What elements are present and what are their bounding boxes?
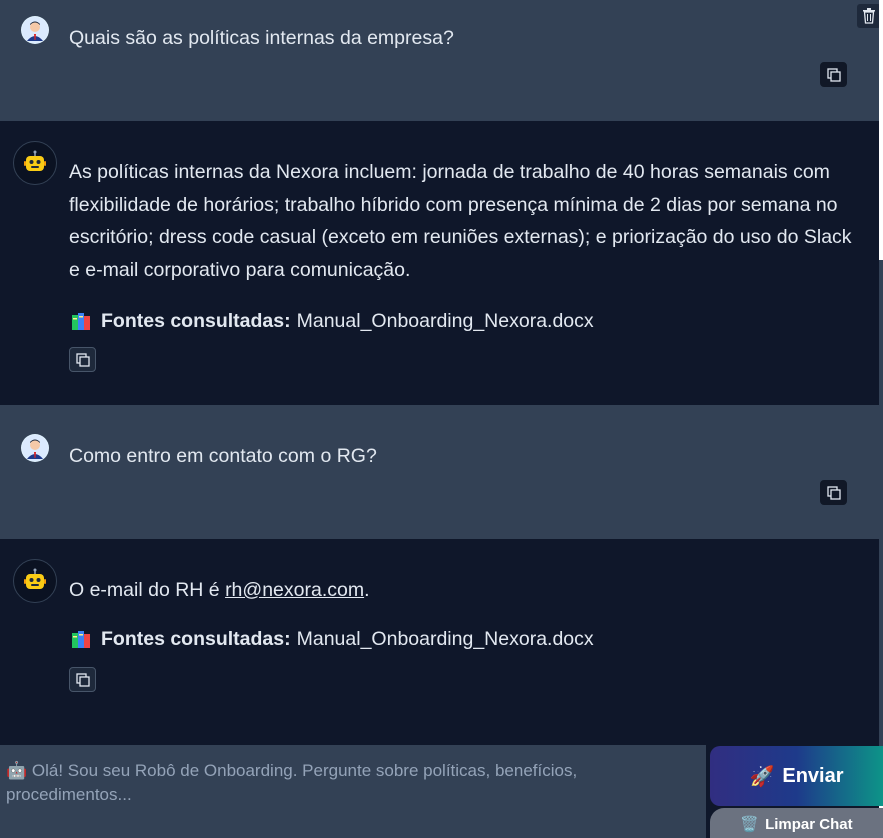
books-icon: [72, 312, 90, 330]
message-text: Como entro em contato com o RG?: [69, 445, 377, 467]
sources-label: Fontes consultadas:: [101, 628, 291, 650]
trash-icon: [863, 8, 875, 24]
robot-icon: [13, 559, 57, 603]
copy-icon: [75, 352, 90, 367]
user-message: Quais são as políticas internas da empre…: [0, 0, 879, 121]
copy-icon: [826, 67, 841, 82]
message-text-after: .: [364, 579, 370, 601]
copy-button[interactable]: [69, 347, 96, 372]
chat-input-container: [0, 745, 706, 838]
sources-file: Manual_Onboarding_Nexora.docx: [296, 310, 594, 332]
send-button-label: Enviar: [782, 764, 844, 787]
message-text: As políticas internas da Nexora incluem:…: [69, 161, 852, 282]
user-avatar-icon: [21, 16, 49, 44]
clear-chat-label: Limpar Chat: [765, 815, 853, 833]
chat-page: Quais são as políticas internas da empre…: [0, 0, 883, 838]
books-icon: [72, 630, 90, 648]
user-avatar-icon: [21, 434, 49, 462]
user-message: Como entro em contato com o RG?: [0, 405, 879, 539]
delete-chat-button[interactable]: [857, 4, 881, 28]
bot-message: O e-mail do RH é rh@nexora.com. Fontes c…: [0, 539, 879, 725]
copy-button[interactable]: [820, 480, 847, 505]
trash-icon: 🗑️: [740, 816, 760, 833]
message-text: Quais são as políticas internas da empre…: [69, 27, 454, 49]
message-text-before: O e-mail do RH é: [69, 579, 226, 601]
rocket-icon: 🚀: [749, 765, 775, 788]
robot-icon: [13, 141, 57, 185]
message-text: O e-mail do RH é rh@nexora.com.: [69, 574, 859, 607]
email-link[interactable]: rh@nexora.com: [225, 579, 364, 601]
clear-chat-button[interactable]: 🗑️ Limpar Chat: [710, 808, 883, 838]
scrollbar-thumb[interactable]: [879, 260, 883, 746]
bot-message: As políticas internas da Nexora incluem:…: [0, 121, 879, 405]
sources-line: Fontes consultadas: Manual_Onboarding_Ne…: [71, 628, 594, 651]
chat-input[interactable]: [0, 745, 706, 838]
send-button[interactable]: 🚀 Enviar: [710, 746, 883, 806]
copy-button[interactable]: [69, 667, 96, 692]
sources-file: Manual_Onboarding_Nexora.docx: [296, 628, 594, 650]
copy-button[interactable]: [820, 62, 847, 87]
copy-icon: [826, 485, 841, 500]
sources-label: Fontes consultadas:: [101, 310, 291, 332]
copy-icon: [75, 672, 90, 687]
sources-line: Fontes consultadas: Manual_Onboarding_Ne…: [71, 310, 594, 333]
